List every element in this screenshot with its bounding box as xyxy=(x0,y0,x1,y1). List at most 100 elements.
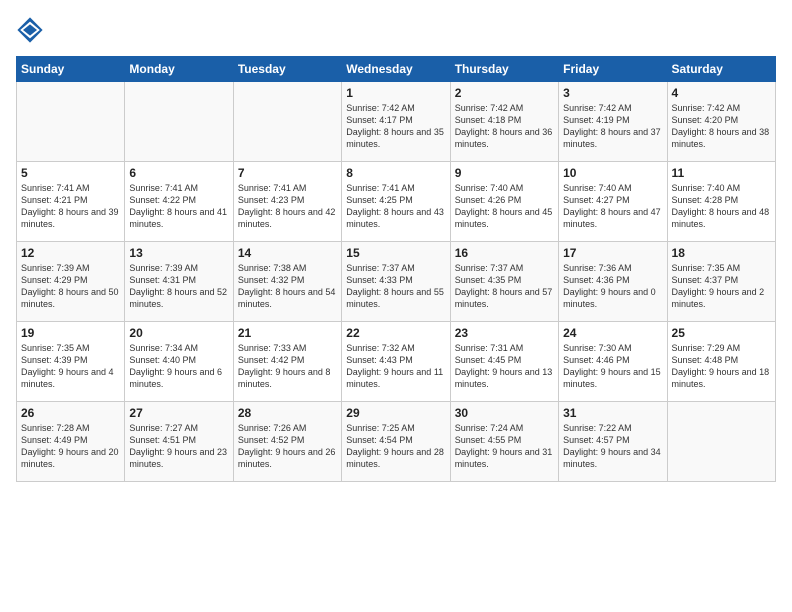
day-number: 19 xyxy=(21,326,120,340)
day-number: 21 xyxy=(238,326,337,340)
cell-content: Sunrise: 7:29 AM Sunset: 4:48 PM Dayligh… xyxy=(672,342,771,391)
cell-content: Sunrise: 7:31 AM Sunset: 4:45 PM Dayligh… xyxy=(455,342,554,391)
cell-content: Sunrise: 7:42 AM Sunset: 4:17 PM Dayligh… xyxy=(346,102,445,151)
logo-icon xyxy=(16,16,44,44)
cell-content: Sunrise: 7:36 AM Sunset: 4:36 PM Dayligh… xyxy=(563,262,662,311)
header-row: SundayMondayTuesdayWednesdayThursdayFrid… xyxy=(17,57,776,82)
day-number: 16 xyxy=(455,246,554,260)
cell-content: Sunrise: 7:40 AM Sunset: 4:28 PM Dayligh… xyxy=(672,182,771,231)
header-saturday: Saturday xyxy=(667,57,775,82)
calendar-cell: 25Sunrise: 7:29 AM Sunset: 4:48 PM Dayli… xyxy=(667,322,775,402)
cell-content: Sunrise: 7:38 AM Sunset: 4:32 PM Dayligh… xyxy=(238,262,337,311)
cell-content: Sunrise: 7:22 AM Sunset: 4:57 PM Dayligh… xyxy=(563,422,662,471)
calendar-cell: 31 Sunrise: 7:22 AM Sunset: 4:57 PM Dayli… xyxy=(559,402,667,482)
cell-content: Sunrise: 7:42 AM Sunset: 4:18 PM Dayligh… xyxy=(455,102,554,151)
day-number: 14 xyxy=(238,246,337,260)
week-row-3: 12 Sunrise: 7:39 AM Sunset: 4:29 PM Dayli… xyxy=(17,242,776,322)
page-header xyxy=(16,16,776,44)
calendar-cell: 22Sunrise: 7:32 AM Sunset: 4:43 PM Dayli… xyxy=(342,322,450,402)
day-number: 9 xyxy=(455,166,554,180)
cell-content: Sunrise: 7:42 AM Sunset: 4:20 PM Dayligh… xyxy=(672,102,771,151)
header-friday: Friday xyxy=(559,57,667,82)
calendar-cell: 1Sunrise: 7:42 AM Sunset: 4:17 PM Daylig… xyxy=(342,82,450,162)
calendar-cell: 28 Sunrise: 7:26 AM Sunset: 4:52 PM Dayli… xyxy=(233,402,341,482)
cell-content: Sunrise: 7:42 AM Sunset: 4:19 PM Dayligh… xyxy=(563,102,662,151)
cell-content: Sunrise: 7:41 AM Sunset: 4:22 PM Dayligh… xyxy=(129,182,228,231)
calendar-cell: 11 Sunrise: 7:40 AM Sunset: 4:28 PM Dayli… xyxy=(667,162,775,242)
week-row-2: 5 Sunrise: 7:41 AM Sunset: 4:21 PM Daylig… xyxy=(17,162,776,242)
day-number: 26 xyxy=(21,406,120,420)
cell-content: Sunrise: 7:28 AM Sunset: 4:49 PM Dayligh… xyxy=(21,422,120,471)
calendar-cell: 3 Sunrise: 7:42 AM Sunset: 4:19 PM Daylig… xyxy=(559,82,667,162)
header-thursday: Thursday xyxy=(450,57,558,82)
calendar-cell: 14 Sunrise: 7:38 AM Sunset: 4:32 PM Dayli… xyxy=(233,242,341,322)
day-number: 4 xyxy=(672,86,771,100)
day-number: 6 xyxy=(129,166,228,180)
calendar-cell: 18 Sunrise: 7:35 AM Sunset: 4:37 PM Dayli… xyxy=(667,242,775,322)
calendar-cell xyxy=(125,82,233,162)
cell-content: Sunrise: 7:33 AM Sunset: 4:42 PM Dayligh… xyxy=(238,342,337,391)
cell-content: Sunrise: 7:41 AM Sunset: 4:21 PM Dayligh… xyxy=(21,182,120,231)
calendar-cell xyxy=(17,82,125,162)
calendar-cell: 20 Sunrise: 7:34 AM Sunset: 4:40 PM Dayli… xyxy=(125,322,233,402)
cell-content: Sunrise: 7:39 AM Sunset: 4:29 PM Dayligh… xyxy=(21,262,120,311)
day-number: 28 xyxy=(238,406,337,420)
cell-content: Sunrise: 7:40 AM Sunset: 4:27 PM Dayligh… xyxy=(563,182,662,231)
calendar-cell: 9Sunrise: 7:40 AM Sunset: 4:26 PM Daylig… xyxy=(450,162,558,242)
day-number: 15 xyxy=(346,246,445,260)
day-number: 2 xyxy=(455,86,554,100)
header-sunday: Sunday xyxy=(17,57,125,82)
calendar-cell: 17 Sunrise: 7:36 AM Sunset: 4:36 PM Dayli… xyxy=(559,242,667,322)
cell-content: Sunrise: 7:39 AM Sunset: 4:31 PM Dayligh… xyxy=(129,262,228,311)
day-number: 18 xyxy=(672,246,771,260)
day-number: 22 xyxy=(346,326,445,340)
header-tuesday: Tuesday xyxy=(233,57,341,82)
calendar-cell: 6 Sunrise: 7:41 AM Sunset: 4:22 PM Daylig… xyxy=(125,162,233,242)
calendar-cell: 7 Sunrise: 7:41 AM Sunset: 4:23 PM Daylig… xyxy=(233,162,341,242)
day-number: 23 xyxy=(455,326,554,340)
day-number: 11 xyxy=(672,166,771,180)
calendar-cell: 29 Sunrise: 7:25 AM Sunset: 4:54 PM Dayli… xyxy=(342,402,450,482)
day-number: 17 xyxy=(563,246,662,260)
day-number: 12 xyxy=(21,246,120,260)
calendar-cell: 13 Sunrise: 7:39 AM Sunset: 4:31 PM Dayli… xyxy=(125,242,233,322)
calendar-cell: 8 Sunrise: 7:41 AM Sunset: 4:25 PM Daylig… xyxy=(342,162,450,242)
calendar-cell: 26 Sunrise: 7:28 AM Sunset: 4:49 PM Dayli… xyxy=(17,402,125,482)
calendar-cell: 2 Sunrise: 7:42 AM Sunset: 4:18 PM Daylig… xyxy=(450,82,558,162)
cell-content: Sunrise: 7:26 AM Sunset: 4:52 PM Dayligh… xyxy=(238,422,337,471)
day-number: 7 xyxy=(238,166,337,180)
day-number: 13 xyxy=(129,246,228,260)
cell-content: Sunrise: 7:35 AM Sunset: 4:37 PM Dayligh… xyxy=(672,262,771,311)
day-number: 30 xyxy=(455,406,554,420)
cell-content: Sunrise: 7:25 AM Sunset: 4:54 PM Dayligh… xyxy=(346,422,445,471)
calendar-cell: 10 Sunrise: 7:40 AM Sunset: 4:27 PM Dayli… xyxy=(559,162,667,242)
header-wednesday: Wednesday xyxy=(342,57,450,82)
calendar-cell xyxy=(667,402,775,482)
calendar-cell: 30Sunrise: 7:24 AM Sunset: 4:55 PM Dayli… xyxy=(450,402,558,482)
day-number: 5 xyxy=(21,166,120,180)
calendar-cell: 24Sunrise: 7:30 AM Sunset: 4:46 PM Dayli… xyxy=(559,322,667,402)
day-number: 29 xyxy=(346,406,445,420)
day-number: 10 xyxy=(563,166,662,180)
calendar-cell: 23 Sunrise: 7:31 AM Sunset: 4:45 PM Dayli… xyxy=(450,322,558,402)
calendar-cell: 21 Sunrise: 7:33 AM Sunset: 4:42 PM Dayli… xyxy=(233,322,341,402)
cell-content: Sunrise: 7:34 AM Sunset: 4:40 PM Dayligh… xyxy=(129,342,228,391)
calendar-cell: 5 Sunrise: 7:41 AM Sunset: 4:21 PM Daylig… xyxy=(17,162,125,242)
day-number: 3 xyxy=(563,86,662,100)
calendar-cell: 16 Sunrise: 7:37 AM Sunset: 4:35 PM Dayli… xyxy=(450,242,558,322)
cell-content: Sunrise: 7:37 AM Sunset: 4:35 PM Dayligh… xyxy=(455,262,554,311)
cell-content: Sunrise: 7:41 AM Sunset: 4:25 PM Dayligh… xyxy=(346,182,445,231)
day-number: 20 xyxy=(129,326,228,340)
calendar-cell: 15Sunrise: 7:37 AM Sunset: 4:33 PM Dayli… xyxy=(342,242,450,322)
day-number: 8 xyxy=(346,166,445,180)
calendar-cell: 12 Sunrise: 7:39 AM Sunset: 4:29 PM Dayli… xyxy=(17,242,125,322)
day-number: 31 xyxy=(563,406,662,420)
cell-content: Sunrise: 7:27 AM Sunset: 4:51 PM Dayligh… xyxy=(129,422,228,471)
calendar-cell xyxy=(233,82,341,162)
week-row-4: 19Sunrise: 7:35 AM Sunset: 4:39 PM Dayli… xyxy=(17,322,776,402)
cell-content: Sunrise: 7:41 AM Sunset: 4:23 PM Dayligh… xyxy=(238,182,337,231)
calendar-table: SundayMondayTuesdayWednesdayThursdayFrid… xyxy=(16,56,776,482)
week-row-1: 1Sunrise: 7:42 AM Sunset: 4:17 PM Daylig… xyxy=(17,82,776,162)
calendar-cell: 4 Sunrise: 7:42 AM Sunset: 4:20 PM Daylig… xyxy=(667,82,775,162)
header-monday: Monday xyxy=(125,57,233,82)
